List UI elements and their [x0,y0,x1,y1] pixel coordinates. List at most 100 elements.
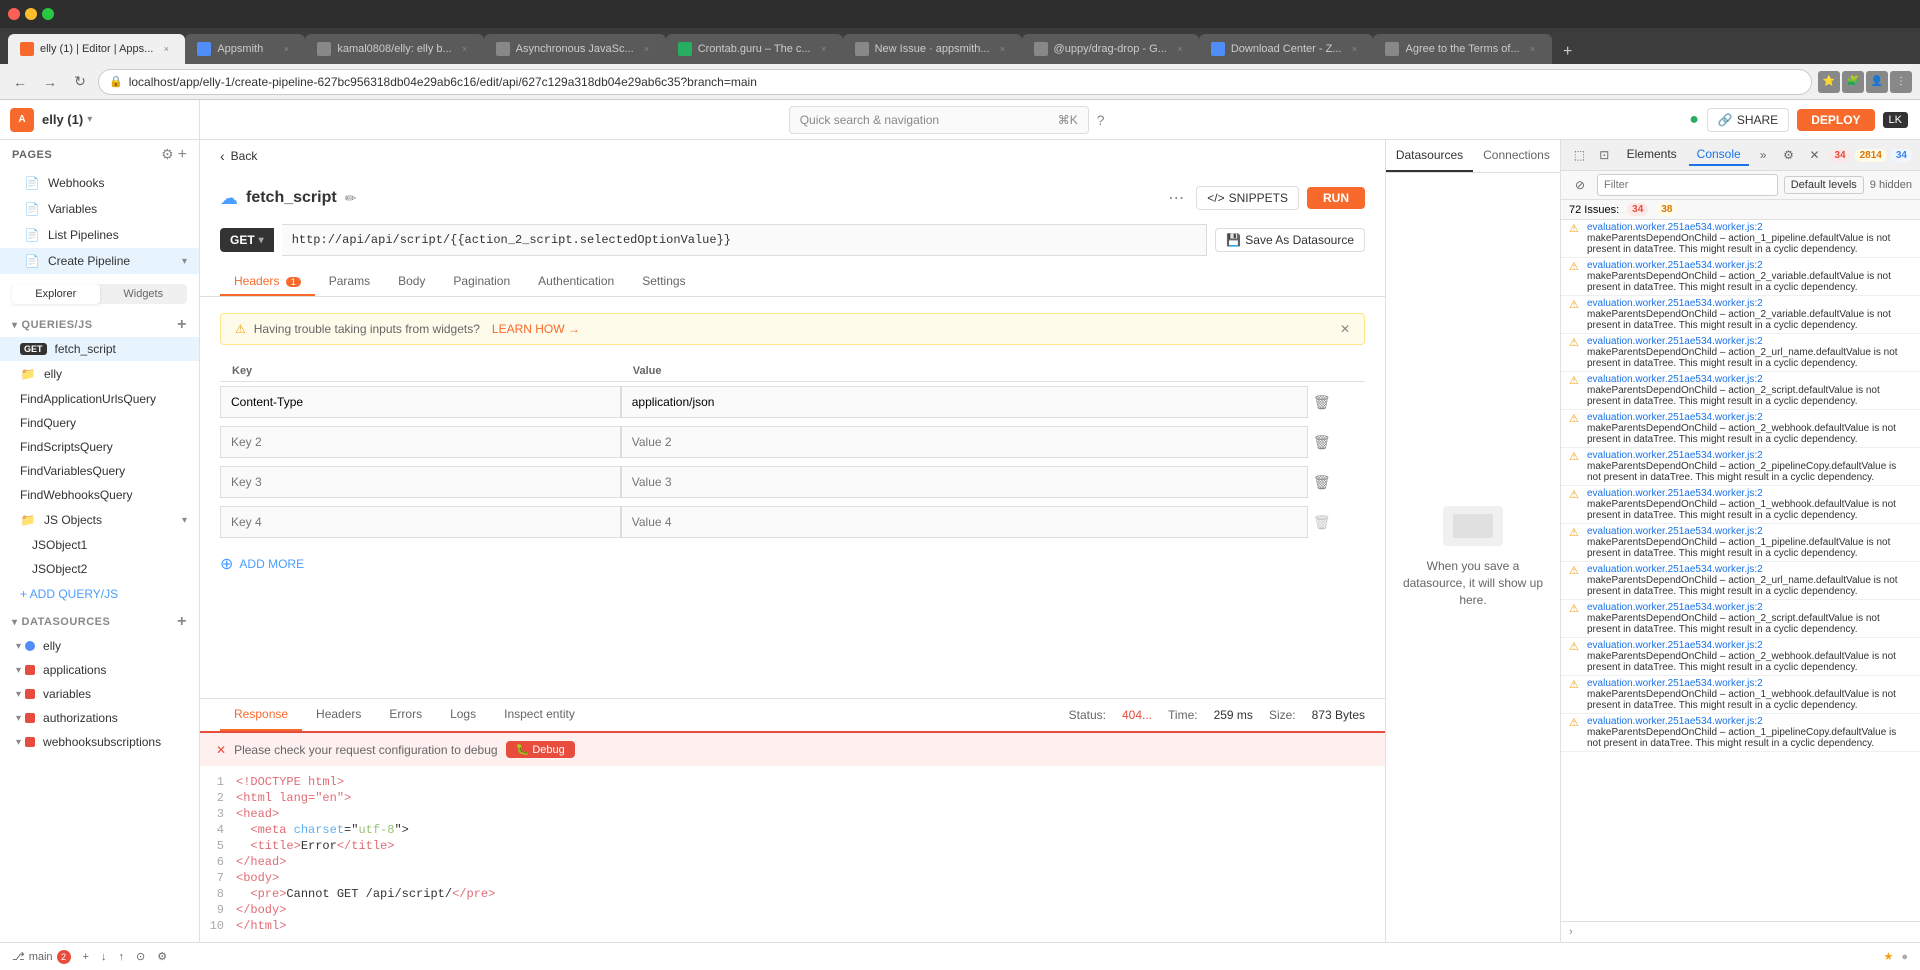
response-tab-errors[interactable]: Errors [375,699,436,731]
sidebar-item-variables[interactable]: 📄 Variables [0,196,199,222]
add-datasource-button[interactable]: + [177,613,187,631]
tab-close-button[interactable]: × [996,42,1010,56]
sidebar-item-find-query[interactable]: FindQuery [0,411,199,435]
devtools-inspect-icon[interactable]: ⬚ [1569,144,1590,166]
run-button[interactable]: RUN [1307,187,1365,209]
up-arrow-icon[interactable]: ↑ [118,951,124,963]
tab-new-issue[interactable]: New Issue · appsmith... × [843,34,1022,64]
log-link[interactable]: evaluation.worker.251ae534.worker.js:2 [1587,526,1912,537]
deploy-bottom-icon[interactable]: ⊙ [136,950,145,963]
deploy-button[interactable]: DEPLOY [1797,109,1874,131]
reload-button[interactable]: ↻ [68,70,92,94]
new-tab-button[interactable]: + [1556,40,1580,64]
log-link[interactable]: evaluation.worker.251ae534.worker.js:2 [1587,298,1912,309]
tab-params[interactable]: Params [315,268,384,296]
response-tab-inspect[interactable]: Inspect entity [490,699,589,731]
sidebar-item-webhooks-ds[interactable]: ▾ webhooksubscriptions [0,730,199,754]
log-link[interactable]: evaluation.worker.251ae534.worker.js:2 [1587,564,1912,575]
log-link[interactable]: evaluation.worker.251ae534.worker.js:2 [1587,412,1912,423]
menu-icon[interactable]: ⋮ [1890,71,1912,93]
tab-settings[interactable]: Settings [628,268,699,296]
tab-close-button[interactable]: × [817,42,831,56]
key-input-4[interactable] [220,506,621,538]
value-input-4[interactable] [621,506,1308,538]
sidebar-item-find-webhooks[interactable]: FindWebhooksQuery [0,483,199,507]
log-link[interactable]: evaluation.worker.251ae534.worker.js:2 [1587,488,1912,499]
log-link[interactable]: evaluation.worker.251ae534.worker.js:2 [1587,336,1912,347]
tab-explorer[interactable]: Explorer [12,284,100,304]
tab-agree[interactable]: Agree to the Terms of... × [1373,34,1551,64]
response-tab-logs[interactable]: Logs [436,699,490,731]
bookmark-icon[interactable]: ⭐ [1818,71,1840,93]
help-icon[interactable]: ? [1097,112,1105,128]
right-tab-datasources[interactable]: Datasources [1386,140,1473,172]
tab-async[interactable]: Asynchronous JavaSc... × [484,34,666,64]
delete-row-2-button[interactable]: 🗑 [1308,428,1336,456]
devtools-tab-elements[interactable]: Elements [1619,144,1685,166]
sidebar-item-elly-ds[interactable]: ▾ elly [0,634,199,658]
tab-close-button[interactable]: × [458,42,472,56]
delete-row-4-button[interactable]: 🗑 [1308,508,1336,536]
tab-appsmith[interactable]: Appsmith × [185,34,305,64]
tab-active[interactable]: elly (1) | Editor | Apps... × [8,34,185,64]
sidebar-item-js-objects[interactable]: 📁 JS Objects ▾ [0,507,199,533]
devtools-filter-input[interactable] [1597,174,1778,196]
snippets-button[interactable]: </> SNIPPETS [1196,186,1299,210]
more-options-button[interactable]: ⋯ [1164,184,1188,212]
devtools-settings-icon[interactable]: ⚙ [1778,144,1800,166]
back-button[interactable]: ‹ Back [200,140,1385,172]
settings-bottom-icon[interactable]: ⚙ [157,950,167,963]
branch-indicator[interactable]: ⎇ main 2 [12,950,71,964]
key-input-2[interactable] [220,426,621,458]
tab-close-button[interactable]: × [1347,42,1361,56]
value-input-3[interactable] [621,466,1308,498]
back-nav-button[interactable]: ← [8,70,32,94]
add-query-button[interactable]: + [177,316,187,334]
share-button[interactable]: 🔗 SHARE [1707,108,1789,132]
log-link[interactable]: evaluation.worker.251ae534.worker.js:2 [1587,450,1912,461]
add-more-button[interactable]: ⊕ ADD MORE [220,550,1365,578]
edit-icon[interactable]: ✏ [345,190,357,207]
log-link[interactable]: evaluation.worker.251ae534.worker.js:2 [1587,640,1912,651]
save-as-datasource-button[interactable]: 💾 Save As Datasource [1215,228,1365,252]
right-tab-connections[interactable]: Connections [1473,140,1560,172]
down-arrow-icon[interactable]: ↓ [101,951,107,963]
delete-row-1-button[interactable]: 🗑 [1308,388,1336,416]
log-link[interactable]: evaluation.worker.251ae534.worker.js:2 [1587,222,1912,233]
tab-uppy[interactable]: @uppy/drag-drop - G... × [1022,34,1199,64]
tab-pagination[interactable]: Pagination [439,268,524,296]
forward-nav-button[interactable]: → [38,70,62,94]
address-bar[interactable]: 🔒 localhost/app/elly-1/create-pipeline-6… [98,69,1812,95]
search-input[interactable]: Quick search & navigation ⌘K [789,106,1089,134]
sidebar-item-authorizations-ds[interactable]: ▾ authorizations [0,706,199,730]
minimize-button[interactable] [25,8,37,20]
sidebar-item-variables-ds[interactable]: ▾ variables [0,682,199,706]
log-link[interactable]: evaluation.worker.251ae534.worker.js:2 [1587,678,1912,689]
sidebar-item-list-pipelines[interactable]: 📄 List Pipelines [0,222,199,248]
log-link[interactable]: evaluation.worker.251ae534.worker.js:2 [1587,602,1912,613]
log-link[interactable]: evaluation.worker.251ae534.worker.js:2 [1587,260,1912,271]
user-profile-icon[interactable]: 👤 [1866,71,1888,93]
tab-close-button[interactable]: × [640,42,654,56]
url-input[interactable] [282,224,1208,256]
tab-download-center[interactable]: Download Center - Z... × [1199,34,1374,64]
method-select[interactable]: GET ▾ [220,228,274,252]
log-link[interactable]: evaluation.worker.251ae534.worker.js:2 [1587,716,1912,727]
debug-button[interactable]: 🐛 Debug [506,741,575,758]
sidebar-item-applications-ds[interactable]: ▾ applications [0,658,199,682]
tab-authentication[interactable]: Authentication [524,268,628,296]
sidebar-item-fetch-script[interactable]: GET fetch_script [0,337,199,361]
sidebar-item-find-variables[interactable]: FindVariablesQuery [0,459,199,483]
add-page-button[interactable]: + [178,146,187,164]
tab-crontab[interactable]: Crontab.guru – The c... × [666,34,843,64]
tab-headers[interactable]: Headers 1 [220,268,315,296]
key-input-1[interactable] [220,386,621,418]
sidebar-item-create-pipeline[interactable]: 📄 Create Pipeline ▾ [0,248,199,274]
response-tab-response[interactable]: Response [220,699,302,731]
sidebar-item-webhooks[interactable]: 📄 Webhooks [0,170,199,196]
close-warning-button[interactable]: ✕ [1340,322,1350,336]
tab-close-button[interactable]: × [279,42,293,56]
value-input-1[interactable] [621,386,1308,418]
devtools-responsive-icon[interactable]: ⊡ [1594,144,1615,166]
fullscreen-button[interactable] [42,8,54,20]
